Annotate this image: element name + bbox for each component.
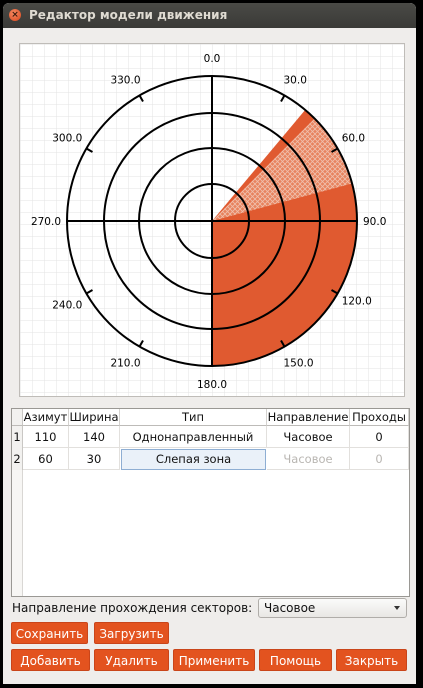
- close-icon[interactable]: ×: [9, 9, 21, 21]
- angle-label-240: 240.0: [52, 300, 82, 312]
- header-type[interactable]: Тип: [120, 409, 267, 426]
- row-header-1[interactable]: 1: [12, 426, 23, 448]
- header-azimuth[interactable]: Азимут: [23, 409, 69, 426]
- angle-label-0: 0.0: [204, 53, 221, 65]
- editor-window: × Редактор модели движения 0.0 30.0 60.0 90…: [3, 3, 416, 684]
- close-button[interactable]: Закрыть: [336, 649, 407, 671]
- direction-select-value: Часовое: [264, 601, 316, 615]
- cell-direction[interactable]: Часовое: [267, 426, 350, 448]
- cell-direction-disabled: Часовое: [267, 448, 350, 470]
- cell-passes-disabled: 0: [350, 448, 409, 470]
- row-header-empty: [12, 470, 23, 596]
- cell-type[interactable]: Однонаправленный: [120, 426, 267, 448]
- angle-label-300: 300.0: [52, 133, 82, 145]
- angle-label-120: 120.0: [342, 296, 372, 308]
- load-button[interactable]: Загрузить: [94, 622, 169, 644]
- angle-label-30: 30.0: [284, 74, 307, 86]
- table-corner: [12, 409, 23, 426]
- apply-button[interactable]: Применить: [173, 649, 255, 671]
- polar-chart-svg: 0.0 30.0 60.0 90.0 120.0 150.0 180.0 210.0 240.0…: [20, 44, 404, 396]
- cell-azimuth[interactable]: 110: [23, 426, 69, 448]
- polar-plot: 0.0 30.0 60.0 90.0 120.0 150.0 180.0 210.0 240.0…: [19, 43, 405, 397]
- header-passes[interactable]: Проходы: [350, 409, 409, 426]
- help-button[interactable]: Помощь: [259, 649, 332, 671]
- delete-button[interactable]: Удалить: [94, 649, 169, 671]
- direction-select[interactable]: Часовое: [258, 598, 407, 618]
- cell-passes[interactable]: 0: [350, 426, 409, 448]
- angle-label-180: 180.0: [197, 379, 227, 391]
- header-direction[interactable]: Направление: [267, 409, 350, 426]
- angle-label-90: 90.0: [363, 216, 386, 228]
- cell-azimuth[interactable]: 60: [23, 448, 69, 470]
- row-header-2[interactable]: 2: [12, 448, 23, 470]
- angle-label-210: 210.0: [110, 358, 140, 370]
- angle-label-270: 270.0: [31, 216, 61, 228]
- chevron-down-icon: [394, 606, 400, 610]
- angle-label-150: 150.0: [284, 358, 314, 370]
- direction-label: Направление прохождения секторов:: [12, 601, 253, 615]
- add-button[interactable]: Добавить: [11, 649, 90, 671]
- angle-label-330: 330.0: [110, 74, 140, 86]
- cell-width[interactable]: 30: [69, 448, 120, 470]
- title-bar: × Редактор модели движения: [3, 3, 416, 28]
- header-width[interactable]: Ширина: [69, 409, 120, 426]
- window-title: Редактор модели движения: [29, 8, 228, 22]
- sectors-table: Азимут Ширина Тип Направление Проходы 1 …: [11, 408, 410, 597]
- save-button[interactable]: Сохранить: [11, 622, 88, 644]
- cell-type-selected[interactable]: Слепая зона: [121, 449, 266, 470]
- cell-width[interactable]: 140: [69, 426, 120, 448]
- angle-label-60: 60.0: [342, 133, 365, 145]
